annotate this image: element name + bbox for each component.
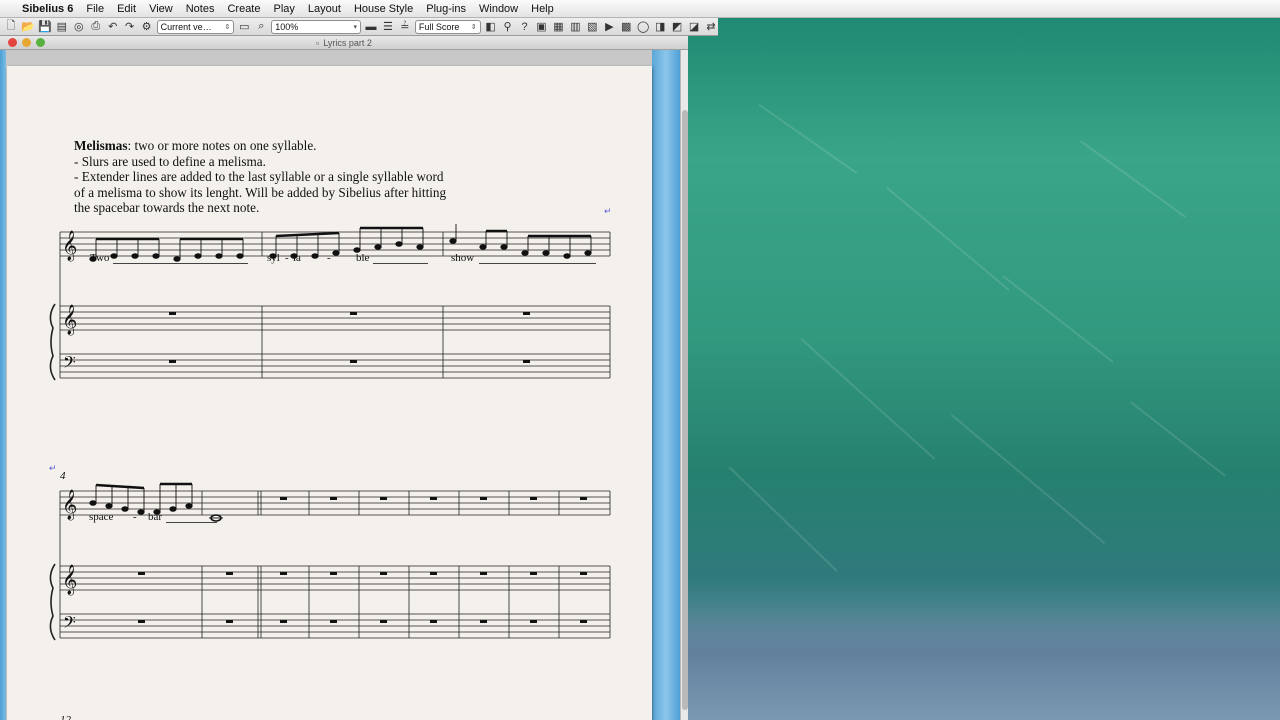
new-file-icon[interactable]: 🗋 xyxy=(4,20,18,34)
settings-icon[interactable]: ⚙ xyxy=(140,20,154,34)
menu-play[interactable]: Play xyxy=(274,3,295,15)
toolbar: 🗋 📂 💾 ▤ ◎ ⎙ ↶ ↷ ⚙ Current ve… ⇕ ▭ ⌕ 100% ▾… xyxy=(0,18,718,36)
score-canvas[interactable]: Melismas: two or more notes on one sylla… xyxy=(0,50,680,720)
open-file-icon[interactable]: 📂 xyxy=(21,20,35,34)
lyric-extender-line xyxy=(113,263,248,264)
close-window-button[interactable] xyxy=(8,38,17,47)
menu-app-name[interactable]: Sibelius 6 xyxy=(22,3,73,15)
lyric-hyphen: - xyxy=(285,252,289,264)
bass-clef-icon: 𝄢 xyxy=(63,612,76,636)
minimize-window-button[interactable] xyxy=(22,38,31,47)
menu-layout[interactable]: Layout xyxy=(308,3,341,15)
panorama-icon[interactable]: ◩ xyxy=(670,20,684,34)
zoom-select[interactable]: 100% ▾ xyxy=(271,19,361,34)
save-all-icon[interactable]: ▤ xyxy=(55,20,69,34)
treble-clef-icon: 𝄞 xyxy=(62,489,77,521)
menu-edit[interactable]: Edit xyxy=(117,3,136,15)
menu-create[interactable]: Create xyxy=(227,3,260,15)
save-icon[interactable]: 💾 xyxy=(38,20,52,34)
play-icon[interactable]: ▶ xyxy=(602,20,616,34)
window-titlebar: ▫ Lyrics part 2 xyxy=(0,36,688,50)
score-window: ▫ Lyrics part 2 Melismas: two or more no… xyxy=(0,36,688,720)
zoom-select-value: 100% xyxy=(275,21,299,32)
list-icon[interactable]: ☰ xyxy=(381,20,395,34)
bar-number: 12 xyxy=(60,714,71,720)
view-select[interactable]: Full Score ⇕ xyxy=(414,19,481,34)
menu-house-style[interactable]: House Style xyxy=(354,3,413,15)
piano-treble-staff-2 xyxy=(60,565,610,591)
zoom-window-button[interactable] xyxy=(36,38,45,47)
lightbulb-icon[interactable]: ◯ xyxy=(636,20,650,34)
lyric-hyphen: - xyxy=(327,252,331,264)
export-icon[interactable]: ◎ xyxy=(72,20,86,34)
lyric-syllable[interactable]: la xyxy=(293,252,301,264)
chevron-down-icon: ⇕ xyxy=(470,23,477,31)
video-icon[interactable]: ▧ xyxy=(585,20,599,34)
lyric-syllable[interactable]: bar xyxy=(148,511,162,523)
folder-icon[interactable]: ▭ xyxy=(237,20,251,34)
score-page[interactable]: Melismas: two or more notes on one sylla… xyxy=(7,66,652,720)
lyric-syllable[interactable]: space xyxy=(89,511,113,523)
zoom-tool-icon[interactable]: ⌕ xyxy=(254,20,268,34)
redo-icon[interactable]: ↷ xyxy=(123,20,137,34)
score-view-icon[interactable]: ▬ xyxy=(364,20,378,34)
chevron-down-icon: ⇕ xyxy=(224,23,231,31)
bar-number: 4 xyxy=(60,470,66,482)
notation-svg: 𝄞 𝄞 𝄢 𝄞 𝄞 𝄢 xyxy=(49,224,611,641)
window-title: Lyrics part 2 xyxy=(323,37,372,48)
version-select[interactable]: Current ve… ⇕ xyxy=(156,19,235,34)
lyric-hyphen: - xyxy=(133,511,137,523)
treble-clef-icon: 𝄞 xyxy=(62,564,77,596)
window-switch-icon[interactable]: ⇄ xyxy=(704,20,718,34)
lyric-extender-line xyxy=(166,522,217,523)
lyric-extender-line xyxy=(373,263,428,264)
undo-icon[interactable]: ↶ xyxy=(106,20,120,34)
staff-icon[interactable]: ≟ xyxy=(398,20,412,34)
navigator-icon[interactable]: ▣ xyxy=(535,20,549,34)
score-background xyxy=(0,50,6,720)
transform-icon[interactable]: ◨ xyxy=(653,20,667,34)
lyric-extender-line xyxy=(479,263,596,264)
document-icon: ▫ xyxy=(316,37,320,48)
mixer-icon[interactable]: ▥ xyxy=(568,20,582,34)
menu-window[interactable]: Window xyxy=(479,3,518,15)
parts-icon[interactable]: ◪ xyxy=(687,20,701,34)
piano-bass-staff-1 xyxy=(60,353,610,379)
keypad-icon[interactable]: ▦ xyxy=(551,20,565,34)
ideas-icon[interactable]: ▩ xyxy=(619,20,633,34)
properties-icon[interactable]: ⚲ xyxy=(501,20,515,34)
menu-view[interactable]: View xyxy=(149,3,173,15)
treble-clef-icon: 𝄞 xyxy=(62,230,77,262)
treble-clef-icon: 𝄞 xyxy=(62,304,77,336)
score-background-edge xyxy=(652,50,680,720)
piano-treble-staff-1 xyxy=(60,305,610,331)
scrollbar-thumb[interactable] xyxy=(682,110,688,710)
menu-help[interactable]: Help xyxy=(531,3,554,15)
menu-bar: Sibelius 6 File Edit View Notes Create P… xyxy=(0,0,1280,18)
version-select-value: Current ve… xyxy=(160,21,212,32)
menu-plug-ins[interactable]: Plug-ins xyxy=(426,3,466,15)
chevron-down-icon: ▾ xyxy=(353,23,357,31)
bass-clef-icon: 𝄢 xyxy=(63,352,76,376)
view-select-value: Full Score xyxy=(418,21,460,32)
lyric-syllable[interactable]: Two xyxy=(90,252,109,264)
print-icon[interactable]: ⎙ xyxy=(89,20,103,34)
lyric-syllable[interactable]: syl xyxy=(267,252,280,264)
desktop-wallpaper xyxy=(688,18,1280,720)
help-icon[interactable]: ? xyxy=(518,20,532,34)
focus-icon[interactable]: ◧ xyxy=(484,20,498,34)
menu-file[interactable]: File xyxy=(86,3,104,15)
lyric-syllable[interactable]: ble xyxy=(356,252,369,264)
lyric-syllable[interactable]: show xyxy=(451,252,474,264)
menu-notes[interactable]: Notes xyxy=(186,3,215,15)
vertical-scrollbar[interactable] xyxy=(680,50,688,720)
piano-bass-staff-2 xyxy=(60,613,610,639)
